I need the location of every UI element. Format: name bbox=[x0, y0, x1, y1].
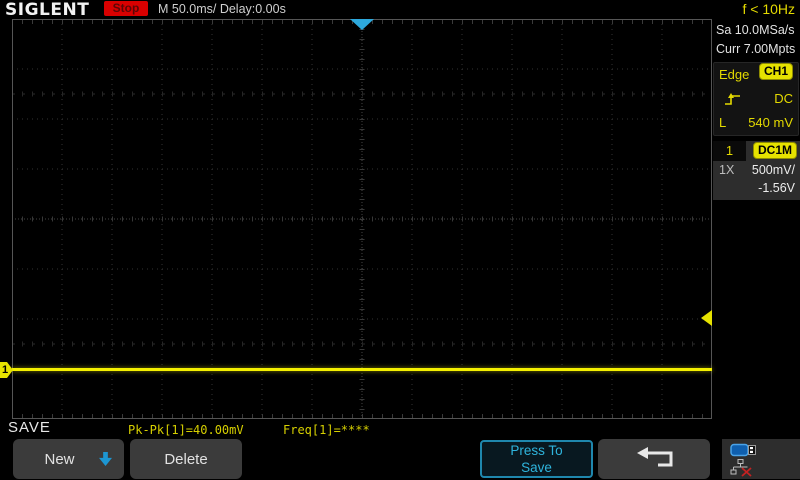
trigger-panel: Edge CH1 DC L 540 mV bbox=[713, 62, 799, 136]
channel1-coupling-badge: DC1M bbox=[752, 142, 797, 159]
channel1-attenuation: 1X bbox=[719, 163, 735, 177]
graticule bbox=[12, 19, 712, 419]
delete-button-label: Delete bbox=[164, 450, 208, 468]
menu-title: SAVE bbox=[8, 419, 51, 436]
trigger-slope-row: DC bbox=[714, 87, 798, 111]
new-button[interactable]: New bbox=[13, 439, 124, 479]
usb-connected-icon bbox=[730, 443, 756, 457]
timebase-readout: M 50.0ms/ Delay:0.00s bbox=[158, 2, 286, 16]
press-to-save-line2: Save bbox=[521, 460, 552, 475]
status-panel bbox=[722, 439, 800, 479]
trigger-coupling: DC bbox=[774, 91, 793, 106]
trigger-level-row: L 540 mV bbox=[714, 111, 798, 135]
trigger-source-badge: CH1 bbox=[758, 63, 793, 80]
trigger-type-row: Edge CH1 bbox=[714, 63, 798, 87]
lan-disconnected-icon bbox=[730, 459, 752, 477]
trigger-frequency-readout: f < 10Hz bbox=[742, 1, 795, 17]
top-bar: SIGLENT Stop M 50.0ms/ Delay:0.00s f < 1… bbox=[0, 0, 800, 20]
brand-logo: SIGLENT bbox=[5, 0, 90, 20]
acquisition-info: Sa 10.0MSa/s Curr 7.00Mpts bbox=[716, 21, 795, 59]
oscilloscope-screen: SIGLENT Stop M 50.0ms/ Delay:0.00s f < 1… bbox=[0, 0, 800, 480]
sample-rate: Sa 10.0MSa/s bbox=[716, 23, 795, 37]
channel1-offset-row: -1.56V bbox=[713, 179, 800, 197]
new-button-label: New bbox=[44, 450, 75, 468]
press-to-save-button[interactable]: Press To Save bbox=[480, 440, 593, 478]
trigger-level-label: L bbox=[719, 115, 727, 130]
trigger-level-value: 540 mV bbox=[748, 115, 793, 130]
memory-depth: Curr 7.00Mpts bbox=[716, 42, 796, 56]
dropdown-arrow-icon bbox=[99, 452, 112, 466]
channel1-number-badge: 1 bbox=[713, 141, 746, 161]
channel1-scale-row: 1X 500mV/ bbox=[713, 161, 800, 179]
channel1-panel[interactable]: 1 DC1M 1X 500mV/ -1.56V bbox=[713, 141, 800, 200]
channel1-offset: -1.56V bbox=[758, 181, 795, 195]
return-arrow-icon bbox=[637, 447, 673, 467]
ch1-waveform-trace bbox=[12, 368, 712, 371]
rising-edge-icon bbox=[725, 93, 740, 105]
channel1-header: 1 DC1M bbox=[713, 141, 800, 161]
trigger-type: Edge bbox=[719, 67, 750, 82]
run-state-badge[interactable]: Stop bbox=[104, 1, 148, 16]
return-button[interactable] bbox=[598, 439, 710, 479]
channel1-volts-per-div: 500mV/ bbox=[751, 163, 795, 177]
press-to-save-line1: Press To bbox=[510, 443, 563, 458]
measurement-pkpk: Pk-Pk[1]=40.00mV bbox=[128, 423, 244, 437]
delete-button[interactable]: Delete bbox=[130, 439, 242, 479]
measurement-freq: Freq[1]=**** bbox=[283, 423, 370, 437]
